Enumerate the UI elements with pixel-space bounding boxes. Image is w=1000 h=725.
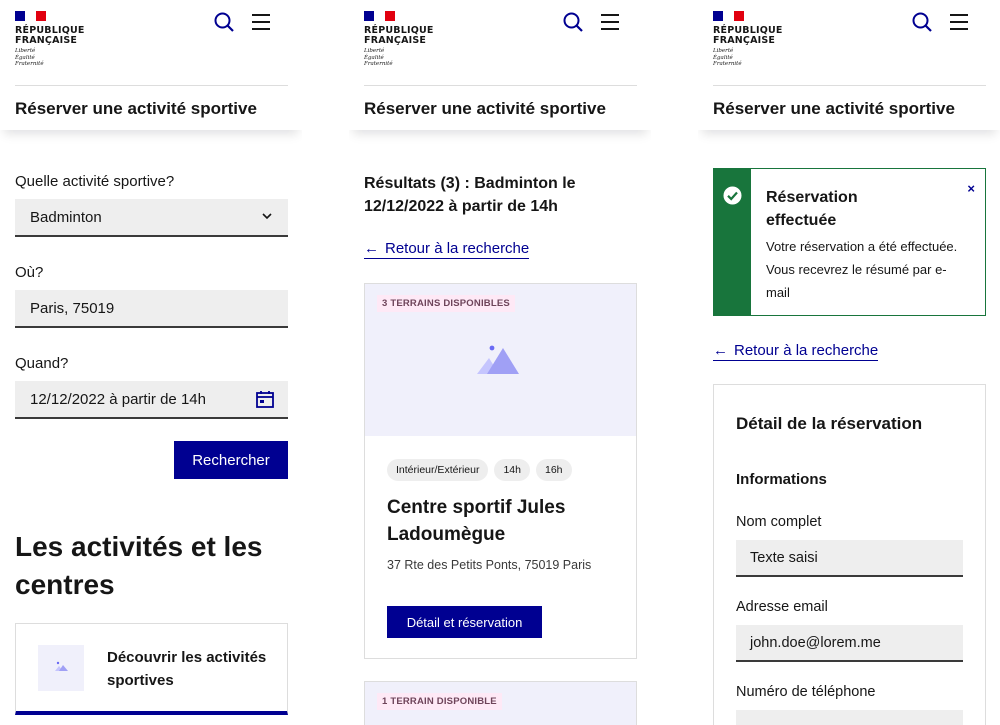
menu-icon[interactable] [600, 13, 620, 31]
back-to-search-link[interactable]: ← Retour à la recherche [364, 240, 530, 259]
tag: 14h [494, 459, 530, 481]
calendar-icon[interactable] [255, 389, 275, 409]
search-icon[interactable] [912, 12, 932, 32]
result-card[interactable]: 3 TERRAINS DISPONIBLES Intérieur/Extérie… [364, 283, 637, 659]
search-icon[interactable] [563, 12, 583, 32]
tag: 16h [535, 459, 572, 481]
results-title: Résultats (3) : Badminton le 12/12/2022 … [364, 175, 576, 215]
detail-title: Détail de la réservation [736, 414, 923, 433]
republique-francaise-logo[interactable]: RÉPUBLIQUE FRANÇAISE Liberté Égalité Fra… [364, 11, 434, 68]
result-card[interactable]: 1 TERRAIN DISPONIBLE [364, 681, 637, 725]
devise-text: Liberté Égalité Fraternité [15, 48, 44, 67]
tag: Intérieur/Extérieur [387, 459, 489, 481]
alert-title: Réservation effectuée [766, 189, 858, 229]
alert-message: Votre réservation a été effectuée. Vous … [766, 239, 958, 300]
reservation-detail-card: Détail de la réservation Informations No… [713, 384, 986, 725]
results-screen: RÉPUBLIQUE FRANÇAISE Liberté Égalité Fra… [349, 0, 651, 725]
french-flag-icon [15, 11, 46, 21]
devise-text: Liberté Égalité Fraternité [713, 48, 742, 67]
back-to-search-link[interactable]: ← Retour à la recherche [713, 342, 879, 361]
devise-text: Liberté Égalité Fraternité [364, 48, 393, 67]
site-header: RÉPUBLIQUE FRANÇAISE Liberté Égalité Fra… [0, 0, 302, 130]
republique-francaise-logo[interactable]: RÉPUBLIQUE FRANÇAISE Liberté Égalité Fra… [15, 11, 85, 68]
header-divider [364, 85, 637, 86]
activity-select[interactable]: Badminton [15, 199, 288, 237]
republique-francaise-logo[interactable]: RÉPUBLIQUE FRANÇAISE Liberté Égalité Fra… [713, 11, 783, 68]
email-field-value: john.doe@lorem.me [750, 635, 881, 651]
image-icon [477, 345, 519, 374]
phone-label: Numéro de téléphone [736, 684, 876, 700]
activity-select-value: Badminton [30, 209, 102, 226]
date-label: Quand? [15, 355, 69, 372]
service-title[interactable]: Réserver une activité sportive [364, 99, 606, 119]
back-link-label: Retour à la recherche [734, 342, 879, 359]
section-title: Les activités et les centres [15, 531, 263, 600]
close-icon[interactable]: × [967, 181, 975, 196]
location-input[interactable]: Paris, 75019 [15, 290, 288, 328]
search-icon[interactable] [214, 12, 234, 32]
phone-field[interactable] [736, 710, 963, 725]
french-flag-icon [364, 11, 395, 21]
french-flag-icon [713, 11, 744, 21]
name-field-value: Texte saisi [750, 550, 818, 566]
availability-badge: 1 TERRAIN DISPONIBLE [377, 693, 502, 710]
logo-text: RÉPUBLIQUE FRANÇAISE [713, 25, 783, 46]
tag-list: Intérieur/Extérieur 14h 16h [387, 459, 572, 481]
name-label: Nom complet [736, 514, 822, 530]
alert-sidebar [714, 169, 751, 315]
service-title[interactable]: Réserver une activité sportive [15, 99, 257, 119]
logo-text: RÉPUBLIQUE FRANÇAISE [15, 25, 85, 46]
detail-reservation-button[interactable]: Détail et réservation [387, 606, 542, 638]
email-field[interactable]: john.doe@lorem.me [736, 625, 963, 662]
service-title[interactable]: Réserver une activité sportive [713, 99, 955, 119]
arrow-left-icon: ← [713, 342, 728, 359]
activity-label: Quelle activité sportive? [15, 173, 175, 190]
menu-icon[interactable] [949, 13, 969, 31]
discover-card-title: Découvrir les activités sportives [107, 649, 267, 689]
discover-activities-card[interactable]: Découvrir les activités sportives [15, 623, 288, 715]
site-header: RÉPUBLIQUE FRANÇAISE Liberté Égalité Fra… [349, 0, 651, 130]
placeholder-image: 3 TERRAINS DISPONIBLES [365, 284, 636, 436]
logo-text: RÉPUBLIQUE FRANÇAISE [364, 25, 434, 46]
location-label: Où? [15, 264, 44, 281]
location-input-value: Paris, 75019 [30, 300, 115, 317]
card-title: Centre sportif Jules Ladoumègue [387, 497, 566, 545]
placeholder-image [38, 645, 84, 691]
menu-icon[interactable] [251, 13, 271, 31]
success-alert: Réservation effectuée × Votre réservatio… [713, 168, 986, 316]
search-screen: RÉPUBLIQUE FRANÇAISE Liberté Égalité Fra… [0, 0, 302, 725]
info-title: Informations [736, 471, 827, 488]
header-divider [713, 85, 986, 86]
date-input-value: 12/12/2022 à partir de 14h [30, 391, 206, 408]
search-button[interactable]: Rechercher [174, 441, 288, 479]
name-field[interactable]: Texte saisi [736, 540, 963, 577]
placeholder-image: 1 TERRAIN DISPONIBLE [365, 682, 636, 725]
availability-badge: 3 TERRAINS DISPONIBLES [377, 295, 515, 312]
email-label: Adresse email [736, 599, 828, 615]
card-address: 37 Rte des Petits Ponts, 75019 Paris [387, 558, 592, 572]
confirmation-screen: RÉPUBLIQUE FRANÇAISE Liberté Égalité Fra… [698, 0, 1000, 725]
image-icon [55, 661, 68, 671]
arrow-left-icon: ← [364, 240, 379, 257]
site-header: RÉPUBLIQUE FRANÇAISE Liberté Égalité Fra… [698, 0, 1000, 130]
chevron-down-icon [262, 213, 272, 220]
back-link-label: Retour à la recherche [385, 240, 530, 257]
date-input[interactable]: 12/12/2022 à partir de 14h [15, 381, 288, 419]
check-circle-icon [723, 186, 742, 205]
header-divider [15, 85, 288, 86]
